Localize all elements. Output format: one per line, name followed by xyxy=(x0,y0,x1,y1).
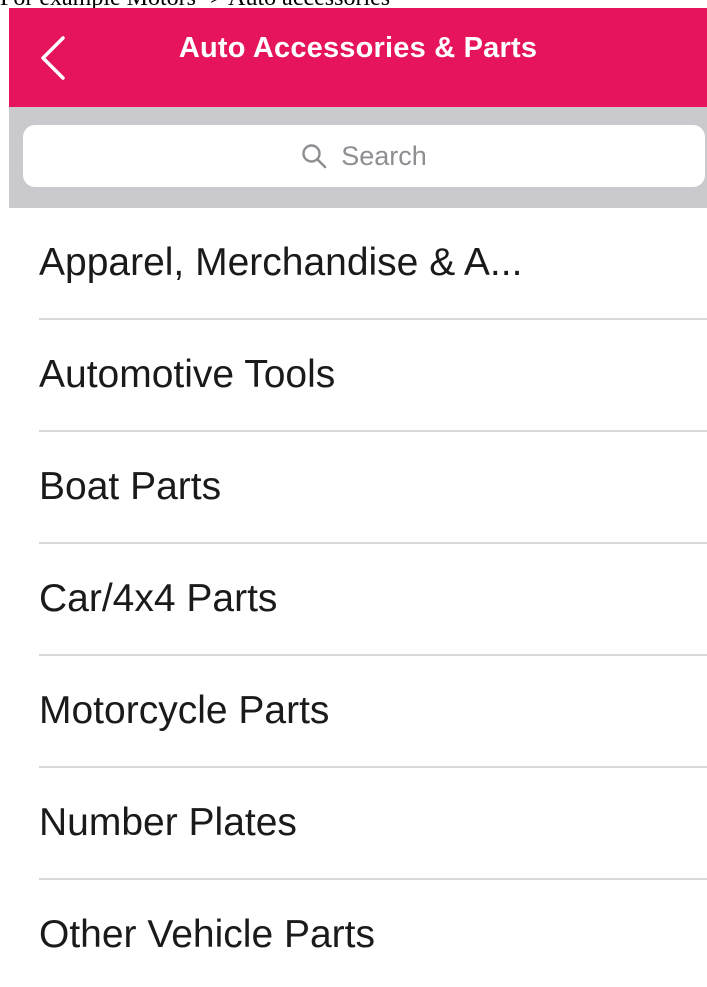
search-placeholder: Search xyxy=(341,140,427,171)
category-label: Number Plates xyxy=(39,801,297,844)
navigation-bar: Auto Accessories & Parts xyxy=(9,8,707,107)
search-icon xyxy=(301,143,327,169)
category-label: Automotive Tools xyxy=(39,353,336,396)
category-label: Other Vehicle Parts xyxy=(39,913,375,956)
category-item-motorcycle-parts[interactable]: Motorcycle Parts xyxy=(0,656,707,768)
category-label: Car/4x4 Parts xyxy=(39,577,278,620)
category-label: Apparel, Merchandise & A... xyxy=(39,241,523,284)
category-list: Apparel, Merchandise & A... Automotive T… xyxy=(0,208,707,987)
category-item-boat-parts[interactable]: Boat Parts xyxy=(0,432,707,544)
category-label: Boat Parts xyxy=(39,465,222,508)
screen: For example Motors -> Auto accessories A… xyxy=(0,0,707,987)
category-item-number-plates[interactable]: Number Plates xyxy=(0,768,707,880)
category-label: Motorcycle Parts xyxy=(39,689,330,732)
page-title: Auto Accessories & Parts xyxy=(178,32,538,64)
category-item-other-vehicle-parts[interactable]: Other Vehicle Parts xyxy=(0,880,707,987)
category-item-car-parts[interactable]: Car/4x4 Parts xyxy=(0,544,707,656)
category-item-apparel[interactable]: Apparel, Merchandise & A... xyxy=(0,208,707,320)
search-bar: Search xyxy=(9,107,707,208)
search-input[interactable]: Search xyxy=(23,125,705,187)
category-item-automotive-tools[interactable]: Automotive Tools xyxy=(0,320,707,432)
